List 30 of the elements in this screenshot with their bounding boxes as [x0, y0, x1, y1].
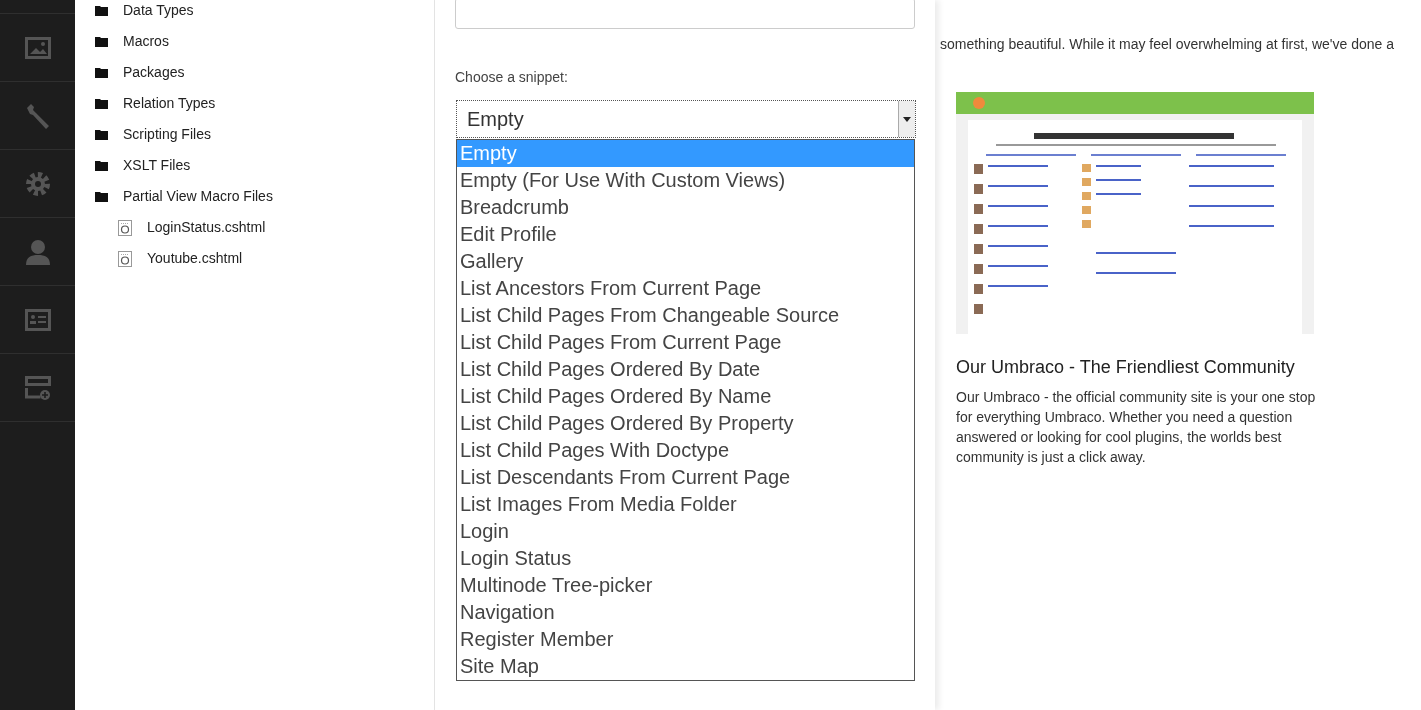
folder-icon	[95, 5, 108, 16]
card-description: Our Umbraco - the official community site is your one stop for everything Umbraco. Whether you need a question answered or looking for cool plugins, the worlds best community is just a click away.	[956, 388, 1317, 467]
text-field[interactable]	[455, 0, 915, 29]
card-title: Our Umbraco - The Friendliest Community	[956, 356, 1296, 379]
intro-text: something beautiful. While it may feel overwhelming at first, we've done a	[940, 35, 1395, 54]
tree-item[interactable]: XSLT Files	[123, 155, 191, 176]
folder-icon	[95, 98, 108, 109]
razor-file-icon	[118, 250, 132, 267]
tree-item[interactable]: Packages	[123, 62, 185, 83]
folder-icon	[95, 129, 108, 140]
user-icon[interactable]	[24, 238, 51, 265]
snippet-label: Choose a snippet:	[455, 68, 569, 87]
wrench-icon[interactable]	[24, 102, 51, 129]
settings-icon[interactable]	[24, 170, 51, 197]
tree-item[interactable]: Scripting Files	[123, 124, 211, 145]
folder-icon	[95, 67, 108, 78]
tree-item[interactable]: Data Types	[123, 0, 194, 21]
image-icon[interactable]	[24, 36, 51, 59]
snippet-select[interactable]: Empty	[456, 100, 916, 138]
folder-icon	[95, 191, 108, 202]
tree-item[interactable]: Relation Types	[123, 93, 216, 114]
id-card-icon[interactable]	[24, 308, 51, 331]
form-add-icon[interactable]	[24, 375, 51, 400]
tree-item[interactable]: Macros	[123, 31, 169, 52]
folder-icon	[95, 160, 108, 171]
tree-item[interactable]: Youtube.cshtml	[147, 248, 243, 269]
razor-file-icon	[118, 219, 132, 236]
tree-item[interactable]: LoginStatus.cshtml	[147, 217, 266, 238]
folder-icon	[95, 36, 108, 47]
tree-item[interactable]: Partial View Macro Files	[123, 186, 273, 207]
